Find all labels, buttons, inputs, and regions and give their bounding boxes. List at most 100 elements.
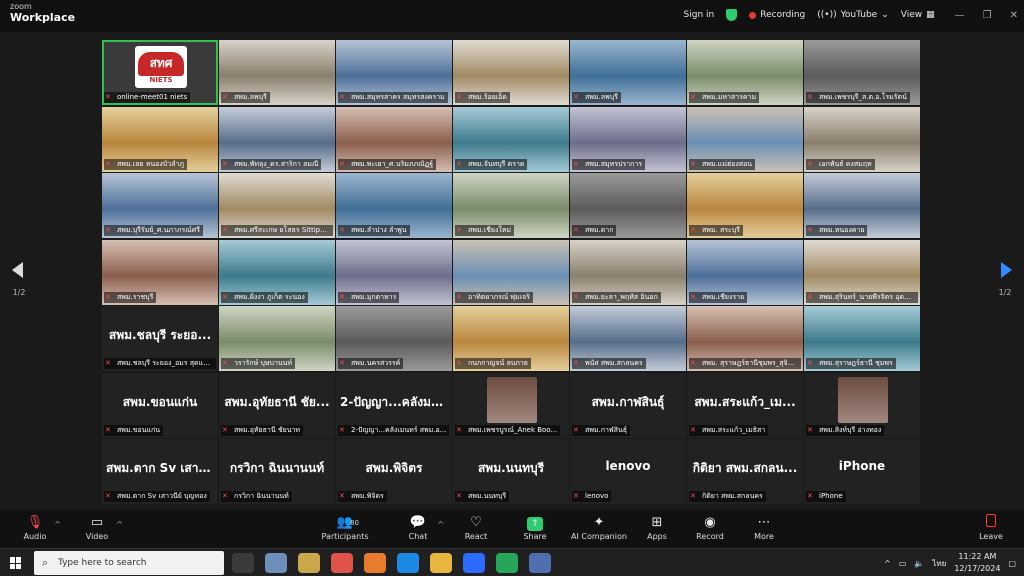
participant-name-label: สพม.สมุทรสาคร สมุทรสงคราม: [338, 92, 448, 103]
participant-tile[interactable]: สพม.ลำปาง ลำพูน ✕: [336, 173, 452, 238]
participant-tile[interactable]: พนัส สพม.สกลนคร ✕: [570, 306, 686, 371]
chat-button[interactable]: 💬 Chat ^: [388, 514, 448, 541]
edge-icon[interactable]: [397, 553, 419, 573]
participant-tile[interactable]: สทศ NIETS online-meet01 niets ✕: [102, 40, 218, 105]
participant-tile[interactable]: สพม.ตาก ✕: [570, 173, 686, 238]
mic-muted-icon: ✕: [807, 226, 813, 234]
windows-start-icon[interactable]: [10, 557, 22, 569]
volume-icon[interactable]: 🔈: [914, 559, 924, 568]
participant-tile[interactable]: สพม.ยะลา_พฤหัส อินอก ✕: [570, 239, 686, 305]
participant-display-name: สพม.ตาก Sv เสาว...: [106, 461, 218, 475]
participant-tile[interactable]: เอกพันธ์ คงสมฤท ✕: [804, 106, 920, 172]
record-button[interactable]: ◉ Record: [680, 514, 740, 541]
mic-muted-icon: ✕: [456, 359, 462, 367]
line-app-icon[interactable]: [496, 553, 518, 573]
participant-tile[interactable]: สพม.นครสวรรค์ ✕: [336, 306, 452, 371]
participant-tile[interactable]: กรวิกา ฉินนานนท์ กรวิกา ฉินนานนท์ ✕: [219, 439, 335, 504]
folder-icon[interactable]: [430, 553, 452, 573]
windows-taskbar: ⌕ Type here to search ^ ▭ 🔈 ไทย 11:22 AM…: [0, 548, 1024, 576]
participant-tile[interactable]: สพม.พิจิตร สพม.พิจิตร ✕: [336, 439, 452, 504]
participant-tile[interactable]: กนกกาญจน์ ลบภาย ✕: [453, 306, 569, 371]
participant-tile[interactable]: สพม.พะเยา_ศ.นริมภภณัฏฐ์ ✕: [336, 106, 452, 172]
chevron-up-icon[interactable]: ^: [54, 520, 61, 529]
participant-tile[interactable]: สพม.เชียงใหม่ ✕: [453, 173, 569, 238]
network-icon[interactable]: ▭: [899, 559, 907, 568]
task-view-icon[interactable]: [232, 553, 254, 573]
taskbar-search-box[interactable]: ⌕ Type here to search: [34, 551, 224, 575]
participant-tile[interactable]: สพม.สมุทรสาคร สมุทรสงคราม ✕: [336, 40, 452, 105]
participant-tile[interactable]: สพม. สระบุรี ✕: [687, 173, 803, 238]
participant-tile[interactable]: iPhone iPhone ✕: [804, 439, 920, 504]
participant-tile[interactable]: สพม.ตาก Sv เสาว... สพม.ตาก Sv เสาวนีย์ บุ…: [102, 439, 218, 504]
mic-muted-icon: ✕: [690, 159, 696, 168]
participant-tile[interactable]: สพม.เพชรบูรณ์_Anek Boo... ✕: [453, 372, 569, 438]
participant-name-label: กนกกาญจน์ ลบภาย: [455, 358, 531, 369]
apps-button[interactable]: ⊞ Apps: [627, 514, 687, 541]
pinned-app-icon[interactable]: [529, 553, 551, 573]
participant-tile[interactable]: วรารักษ์ บุษบานนท์ ✕: [219, 306, 335, 371]
participant-tile[interactable]: สพม.พัทลุง_ดร.สาริกา ลมณี ✕: [219, 106, 335, 172]
chrome-icon[interactable]: [331, 553, 353, 573]
close-icon[interactable]: ✕: [1010, 10, 1018, 21]
next-page-arrow-icon[interactable]: [1001, 262, 1012, 278]
participant-tile[interactable]: สพม.ฝั่งงา ภูเก็ต ระนอง ✕: [219, 239, 335, 305]
participant-tile[interactable]: สพม.สุรินทร์_นายพีรจิตร อุดม... ✕: [804, 239, 920, 305]
participant-tile[interactable]: สพม.นนทบุรี สพม.นนทบุรี ✕: [453, 439, 569, 504]
participant-tile[interactable]: สพม.กาฬสินธุ์ สพม.กาฬสินธุ์ ✕: [570, 372, 686, 438]
mic-muted-icon: ✕: [456, 425, 462, 434]
participant-tile[interactable]: สพม.สระแก้ว_เม... สพม.สระแก้ว_เมธิสา ✕: [687, 372, 803, 438]
participant-tile[interactable]: 2-ปัญญา...คลังมน... 2-ปัญญา...คลังเมนทร์ …: [336, 372, 452, 438]
participant-tile[interactable]: สพม.ร้อยเอ็ด ✕: [453, 40, 569, 105]
sign-in-link[interactable]: Sign in: [684, 10, 715, 20]
recording-indicator[interactable]: Recording: [749, 10, 805, 20]
youtube-live-button[interactable]: ((•)) YouTube ⌄: [817, 10, 889, 20]
participant-tile[interactable]: กิติยา สพม.สกลน... กิติยา สพม.สกลนคร ✕: [687, 439, 803, 504]
participant-tile[interactable]: สพม. สุราษฎร์ธานีชุมพร_สุจินดา... ✕: [687, 306, 803, 371]
chevron-up-icon[interactable]: ^: [437, 520, 444, 529]
participant-tile[interactable]: สพม.ราชบุรี ✕: [102, 239, 218, 305]
share-button[interactable]: ↑ Share: [505, 514, 565, 541]
chevron-up-icon[interactable]: ^: [884, 559, 891, 568]
participants-button[interactable]: 👥 80 Participants: [314, 514, 376, 541]
participant-tile[interactable]: สพม.เลย หนองบัวลำภู ✕: [102, 106, 218, 172]
copilot-icon[interactable]: [298, 553, 320, 573]
leave-button[interactable]: Leave: [961, 514, 1021, 541]
notifications-icon[interactable]: ▢: [1008, 559, 1016, 568]
language-indicator[interactable]: ไทย: [932, 557, 946, 570]
participant-tile[interactable]: สพม.ขอนแก่น สพม.ขอนแก่น ✕: [102, 372, 218, 438]
clock[interactable]: 11:22 AM 12/17/2024: [954, 551, 1000, 575]
react-button[interactable]: ♡ React: [446, 514, 506, 541]
participant-tile[interactable]: สพม.จันทบุรี ตราด ✕: [453, 106, 569, 172]
minimize-icon[interactable]: —: [955, 10, 965, 21]
participant-tile[interactable]: สพม.มหาสารคาม ✕: [687, 40, 803, 105]
more-button[interactable]: ⋯ More: [734, 514, 794, 541]
maximize-icon[interactable]: ❐: [983, 10, 992, 21]
audio-button[interactable]: 🎙 Audio ^: [5, 514, 65, 541]
participant-tile[interactable]: สพม.ชลบุรี ระยอ... สพม.ชลบุรี ระยอง_อมร ส…: [102, 306, 218, 371]
participant-tile[interactable]: สพม.หนองคาย ✕: [804, 173, 920, 238]
participant-tile[interactable]: สพม.เพชรบุรี_ส.ต.อ.โรมรัตน์ ✕: [804, 40, 920, 105]
participant-tile[interactable]: สพม.อุทัยธานี ชัย... สพม.อุทัยธานี ชัยนาท…: [219, 372, 335, 438]
participant-tile[interactable]: สพม.ศรีสะเกษ ยโสธร Sittipo... ✕: [219, 173, 335, 238]
previous-page-arrow-icon[interactable]: [12, 262, 23, 278]
participant-tile[interactable]: สพม.สิงห์บุรี อ่างทอง ✕: [804, 372, 920, 438]
chevron-up-icon[interactable]: ^: [116, 520, 123, 529]
video-button[interactable]: ▭ Video ^: [67, 514, 127, 541]
participant-tile[interactable]: lenovo lenovo ✕: [570, 439, 686, 504]
participant-tile[interactable]: อาทิตยาภรณ์ พุ่มเจริ ✕: [453, 239, 569, 305]
security-shield-icon[interactable]: [726, 9, 738, 21]
participant-tile[interactable]: สพม.แม่ฮ่องสอน ✕: [687, 106, 803, 172]
ai-companion-button[interactable]: ✦ AI Companion: [567, 514, 631, 541]
rss-app-icon[interactable]: [364, 553, 386, 573]
participant-tile[interactable]: สพม.สุราษฎร์ธานี ชุมพร ✕: [804, 306, 920, 371]
participant-tile[interactable]: สพม.ลพบุรี ✕: [219, 40, 335, 105]
participant-name-label: สพม.สุราษฎร์ธานี ชุมพร: [806, 358, 896, 369]
view-button[interactable]: View ▦: [901, 10, 935, 20]
participant-tile[interactable]: สพม.มุกดาหาร ✕: [336, 239, 452, 305]
participant-tile[interactable]: สพม.เชียงราย ✕: [687, 239, 803, 305]
participant-tile[interactable]: สพม.สมุทรปราการ ✕: [570, 106, 686, 172]
participant-tile[interactable]: สพม.บุรีรัมย์_ศ.นภาภรณ์ศรี ✕: [102, 173, 218, 238]
participant-tile[interactable]: สพม.ลพบุรี ✕: [570, 40, 686, 105]
zoom-taskbar-icon[interactable]: [463, 553, 485, 573]
file-explorer-widget-icon[interactable]: [265, 553, 287, 573]
